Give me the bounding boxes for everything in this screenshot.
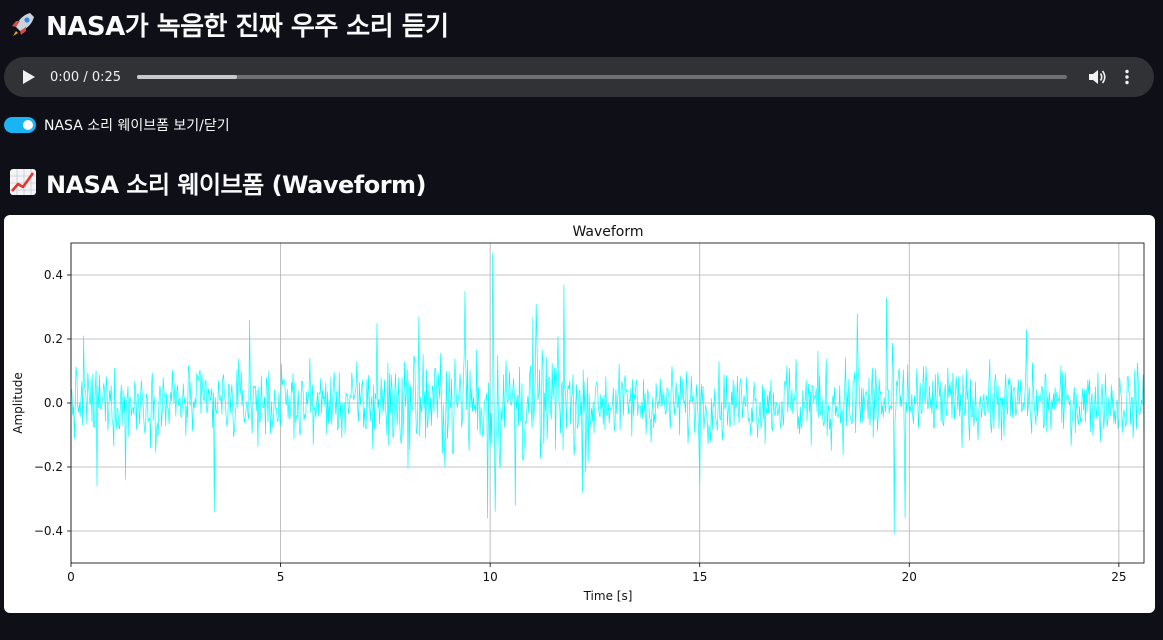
x-tick-label: 25 (1111, 570, 1126, 584)
x-tick-label: 15 (692, 570, 707, 584)
waveform-toggle-label: NASA 소리 웨이브폼 보기/닫기 (44, 118, 230, 134)
y-tick-label: −0.4 (34, 524, 63, 538)
audio-seek-bar[interactable] (137, 75, 1068, 79)
page-title-text: NASA가 녹음한 진짜 우주 소리 듣기 (46, 11, 449, 42)
y-tick-label: 0.2 (44, 332, 63, 346)
waveform-chart: Waveform 0 5 10 15 20 25 −0.4 −0.2 0.0 0.2 0.4 Tim… (11, 224, 1145, 603)
x-tick-label: 0 (67, 570, 75, 584)
more-vertical-icon (1125, 69, 1129, 85)
x-tick-label: 20 (902, 570, 917, 584)
x-tick-label: 5 (277, 570, 285, 584)
page-title: NASA가 녹음한 진짜 우주 소리 듣기 (8, 4, 449, 44)
volume-button[interactable] (1089, 67, 1109, 87)
y-tick-label: −0.2 (34, 460, 63, 474)
section-title-text: NASA 소리 웨이브폼 (Waveform) (46, 170, 427, 199)
more-options-button[interactable] (1121, 67, 1133, 87)
audio-time-display: 0:00 / 0:25 (50, 69, 122, 85)
waveform-toggle-row: NASA 소리 웨이브폼 보기/닫기 (4, 114, 230, 136)
section-title: NASA 소리 웨이브폼 (Waveform) (8, 162, 427, 202)
rocket-icon (12, 13, 34, 36)
x-tick-label: 10 (483, 570, 498, 584)
app-page: NASA가 녹음한 진짜 우주 소리 듣기 0:00 / 0:25 NASA 소… (0, 0, 1163, 640)
chart-y-axis-label: Amplitude (11, 372, 25, 434)
audio-buffered-fill (137, 75, 238, 79)
waveform-toggle-switch[interactable] (4, 117, 36, 133)
waveform-line (70, 252, 1145, 535)
play-button[interactable] (23, 69, 39, 85)
chart-title: Waveform (572, 224, 643, 240)
y-tick-label: 0.0 (44, 396, 63, 410)
play-icon (23, 70, 35, 84)
chart-increasing-icon (10, 169, 36, 195)
chart-series (70, 252, 1145, 535)
toggle-knob (23, 120, 33, 130)
volume-icon (1089, 70, 1106, 84)
y-tick-label: 0.4 (44, 268, 63, 282)
waveform-chart-card: Waveform 0 5 10 15 20 25 −0.4 −0.2 0.0 0.2 0.4 Tim… (4, 215, 1155, 613)
chart-x-axis-label: Time [s] (583, 589, 633, 603)
audio-player: 0:00 / 0:25 (4, 57, 1154, 97)
